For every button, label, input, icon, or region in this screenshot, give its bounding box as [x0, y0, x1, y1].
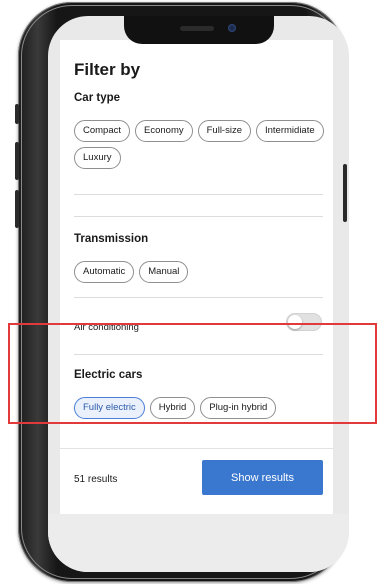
car-type-chips: Compact Economy Full-size Intermidiate L… [74, 120, 324, 169]
filter-panel: Filter by Car type Compact Economy Full-… [60, 40, 333, 514]
section-divider [74, 297, 323, 298]
volume-up-button [15, 142, 19, 180]
car-type-heading: Car type [74, 92, 121, 104]
screen-bottom-area [48, 514, 349, 572]
phone-notch [124, 16, 274, 44]
chip-intermediate[interactable]: Intermidiate [256, 120, 324, 142]
transmission-chips: Automatic Manual [74, 261, 324, 283]
speaker-grille [180, 26, 214, 31]
phone-frame: Filter by Car type Compact Economy Full-… [18, 2, 349, 582]
mute-switch [15, 104, 19, 124]
highlight-box [8, 323, 377, 424]
chip-economy[interactable]: Economy [135, 120, 193, 142]
transmission-heading: Transmission [74, 233, 149, 245]
section-divider [74, 194, 323, 195]
chip-compact[interactable]: Compact [74, 120, 131, 142]
section-divider [74, 216, 323, 217]
chip-automatic[interactable]: Automatic [74, 261, 135, 283]
front-camera [228, 24, 236, 32]
chip-manual[interactable]: Manual [139, 261, 189, 283]
results-count: 51 results [74, 474, 118, 485]
phone-screen: Filter by Car type Compact Economy Full-… [48, 16, 349, 572]
power-button [343, 164, 347, 222]
chip-luxury[interactable]: Luxury [74, 147, 121, 169]
volume-down-button [15, 190, 19, 228]
show-results-button[interactable]: Show results [202, 460, 323, 495]
chip-full-size[interactable]: Full-size [197, 120, 251, 142]
filter-title: Filter by [74, 60, 141, 79]
footer-divider [60, 448, 333, 449]
